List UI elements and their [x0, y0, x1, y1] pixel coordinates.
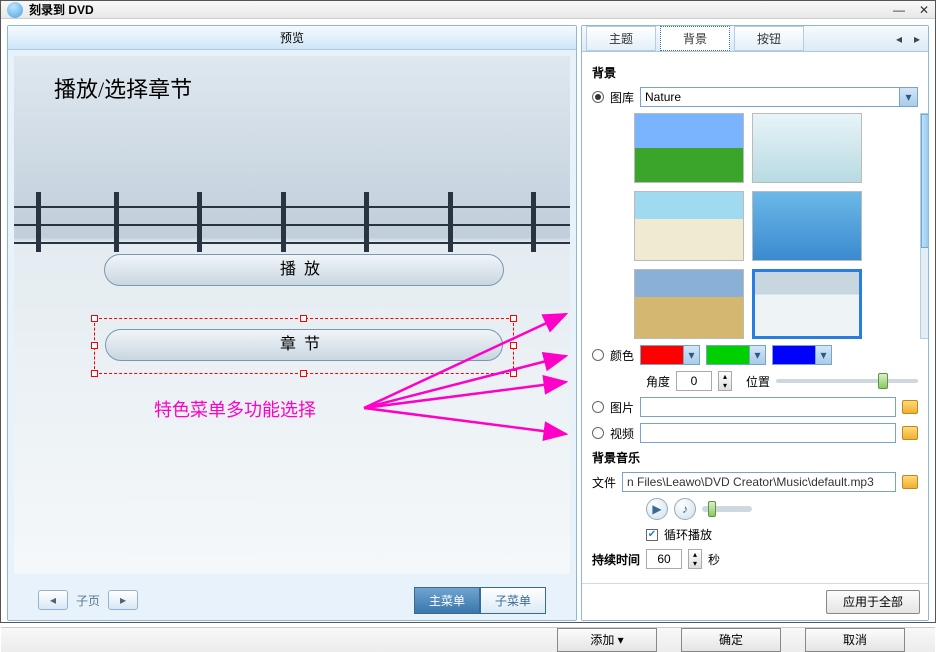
chapter-button-selection[interactable]: 章节: [94, 318, 514, 374]
angle-spinner[interactable]: ▴▾: [718, 371, 732, 391]
loop-checkbox[interactable]: ✔: [646, 529, 658, 541]
bg-decor: [531, 192, 536, 252]
volume-slider[interactable]: [702, 506, 752, 512]
prev-page-button[interactable]: ◂: [38, 590, 68, 610]
preview-canvas[interactable]: 播放/选择章节 播放 章节 特色菜单多功能选择: [14, 56, 570, 574]
window-title: 刻录到 DVD: [29, 1, 94, 18]
resize-handle[interactable]: [300, 370, 307, 377]
bg-decor: [114, 192, 119, 252]
scroll-thumb[interactable]: [921, 114, 928, 248]
angle-input[interactable]: [676, 371, 712, 391]
apply-all-button[interactable]: 应用于全部: [826, 590, 920, 614]
thumbnail-selected[interactable]: [752, 269, 862, 339]
video-label: 视频: [610, 425, 634, 442]
music-path-input[interactable]: n Files\Leawo\DVD Creator\Music\default.…: [622, 472, 896, 492]
bg-decor: [36, 192, 41, 252]
chevron-down-icon: ▾: [683, 346, 699, 364]
bg-decor: [197, 192, 202, 252]
settings-panel: 主题 背景 按钮 ◂ ▸ 背景 图库 Nature ▾: [581, 25, 929, 621]
bg-decor: [281, 192, 286, 252]
tab-scroll-right[interactable]: ▸: [910, 32, 924, 46]
radio-gallery[interactable]: [592, 91, 604, 103]
subpage-label: 子页: [76, 592, 100, 609]
folder-icon[interactable]: [902, 426, 918, 440]
resize-handle[interactable]: [510, 342, 517, 349]
image-path-input[interactable]: [640, 397, 896, 417]
gallery-thumbnails: [634, 113, 918, 339]
chevron-down-icon: ▾: [899, 88, 917, 106]
resize-handle[interactable]: [510, 315, 517, 322]
color-picker-1[interactable]: ▾: [640, 345, 700, 365]
video-path-input[interactable]: [640, 423, 896, 443]
minimize-button[interactable]: —: [893, 3, 905, 17]
add-button[interactable]: 添加: [557, 628, 657, 652]
app-icon: [7, 2, 23, 18]
gallery-label: 图库: [610, 89, 634, 106]
duration-label: 持续时间: [592, 551, 640, 568]
resize-handle[interactable]: [91, 342, 98, 349]
angle-label: 角度: [646, 373, 670, 390]
radio-color[interactable]: [592, 349, 604, 361]
duration-spinner[interactable]: ▴▾: [688, 549, 702, 569]
preview-panel: 预览 播放/选择章节 播放: [7, 25, 577, 621]
thumbnail[interactable]: [634, 113, 744, 183]
resize-handle[interactable]: [300, 315, 307, 322]
chevron-down-icon: ▾: [749, 346, 765, 364]
radio-video[interactable]: [592, 427, 604, 439]
color-picker-2[interactable]: ▾: [706, 345, 766, 365]
preview-nav: ◂ 子页 ▸ 主菜单 子菜单: [8, 580, 576, 620]
bg-decor: [448, 192, 453, 252]
close-button[interactable]: ✕: [919, 3, 929, 17]
ok-button[interactable]: 确定: [681, 628, 781, 652]
position-slider[interactable]: [776, 379, 918, 383]
thumb-scrollbar[interactable]: [920, 113, 928, 339]
color-picker-3[interactable]: ▾: [772, 345, 832, 365]
color-label: 颜色: [610, 347, 634, 364]
sub-menu-tab[interactable]: 子菜单: [480, 587, 546, 614]
gallery-value: Nature: [645, 90, 681, 104]
main-menu-tab[interactable]: 主菜单: [414, 587, 480, 614]
duration-input[interactable]: [646, 549, 682, 569]
music-note-icon[interactable]: ♪: [674, 498, 696, 520]
thumbnail[interactable]: [752, 191, 862, 261]
preview-header: 预览: [8, 26, 576, 50]
gallery-combo[interactable]: Nature ▾: [640, 87, 918, 107]
bg-decor: [364, 192, 369, 252]
bg-fence-decor: [14, 242, 570, 244]
folder-icon[interactable]: [902, 400, 918, 414]
footer: 添加 确定 取消: [1, 627, 935, 652]
resize-handle[interactable]: [91, 315, 98, 322]
tab-button[interactable]: 按钮: [734, 26, 804, 51]
tab-background[interactable]: 背景: [660, 26, 730, 51]
play-music-button[interactable]: ▶: [646, 498, 668, 520]
settings-tabs: 主题 背景 按钮 ◂ ▸: [582, 26, 928, 52]
annotation-text: 特色菜单多功能选择: [154, 396, 316, 422]
slider-knob[interactable]: [878, 373, 888, 389]
play-button[interactable]: 播放: [104, 254, 504, 286]
position-label: 位置: [746, 373, 770, 390]
image-label: 图片: [610, 399, 634, 416]
bg-section-title: 背景: [592, 64, 918, 81]
resize-handle[interactable]: [510, 370, 517, 377]
folder-icon[interactable]: [902, 475, 918, 489]
cancel-button[interactable]: 取消: [805, 628, 905, 652]
tab-theme[interactable]: 主题: [586, 26, 656, 51]
duration-unit: 秒: [708, 551, 720, 568]
app-window: 刻录到 DVD — ✕ 预览 播放/选择章节 播放: [0, 0, 936, 623]
thumbnail[interactable]: [752, 113, 862, 183]
loop-label: 循环播放: [664, 526, 712, 543]
slider-knob[interactable]: [708, 501, 716, 517]
chevron-down-icon: ▾: [815, 346, 831, 364]
file-label: 文件: [592, 474, 616, 491]
resize-handle[interactable]: [91, 370, 98, 377]
thumbnail[interactable]: [634, 191, 744, 261]
menu-title-text[interactable]: 播放/选择章节: [54, 72, 192, 104]
radio-image[interactable]: [592, 401, 604, 413]
tab-scroll-left[interactable]: ◂: [892, 32, 906, 46]
chapter-button[interactable]: 章节: [105, 329, 503, 361]
titlebar: 刻录到 DVD — ✕: [1, 1, 935, 19]
next-page-button[interactable]: ▸: [108, 590, 138, 610]
bgmusic-section-title: 背景音乐: [592, 449, 918, 466]
thumbnail[interactable]: [634, 269, 744, 339]
